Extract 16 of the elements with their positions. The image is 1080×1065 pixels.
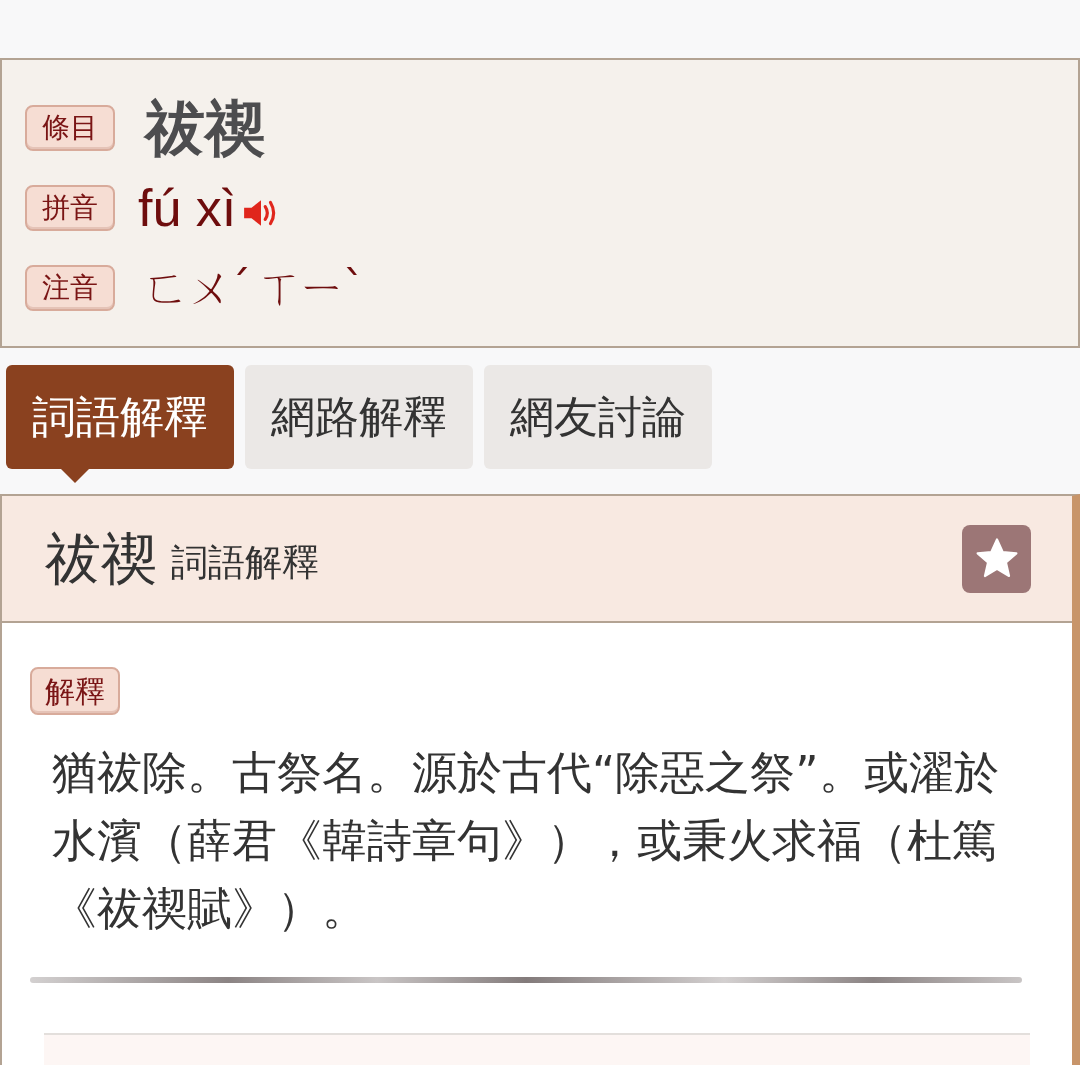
pinyin-text: fú xì [138, 182, 237, 234]
card-subtitle: 詞語解釋 [171, 544, 319, 581]
favorite-button[interactable] [962, 524, 1031, 593]
tab-pointer-icon [61, 469, 89, 483]
field-label: 條目 [25, 105, 115, 151]
field-label: 注音 [25, 265, 115, 311]
card-title: 祓禊 [45, 530, 157, 587]
tab[interactable]: 詞語解釋 [6, 365, 234, 469]
tab[interactable]: 網友討論 [484, 365, 712, 469]
entry-word: 祓禊 [145, 98, 265, 158]
tab[interactable]: 網路解釋 [245, 365, 473, 469]
star-icon [974, 537, 1019, 580]
definition-text: 猶祓除。古祭名。源於古代“除惡之祭”。或濯於水濱（薛君《韓詩章句》），或秉火求福（杜篤《祓禊賦》）。 [52, 745, 1000, 937]
field-label: 解釋 [30, 667, 120, 715]
field-label: 拼音 [25, 185, 115, 231]
zhuyin-text: ㄈㄨˊ ㄒㄧˋ [145, 266, 362, 310]
